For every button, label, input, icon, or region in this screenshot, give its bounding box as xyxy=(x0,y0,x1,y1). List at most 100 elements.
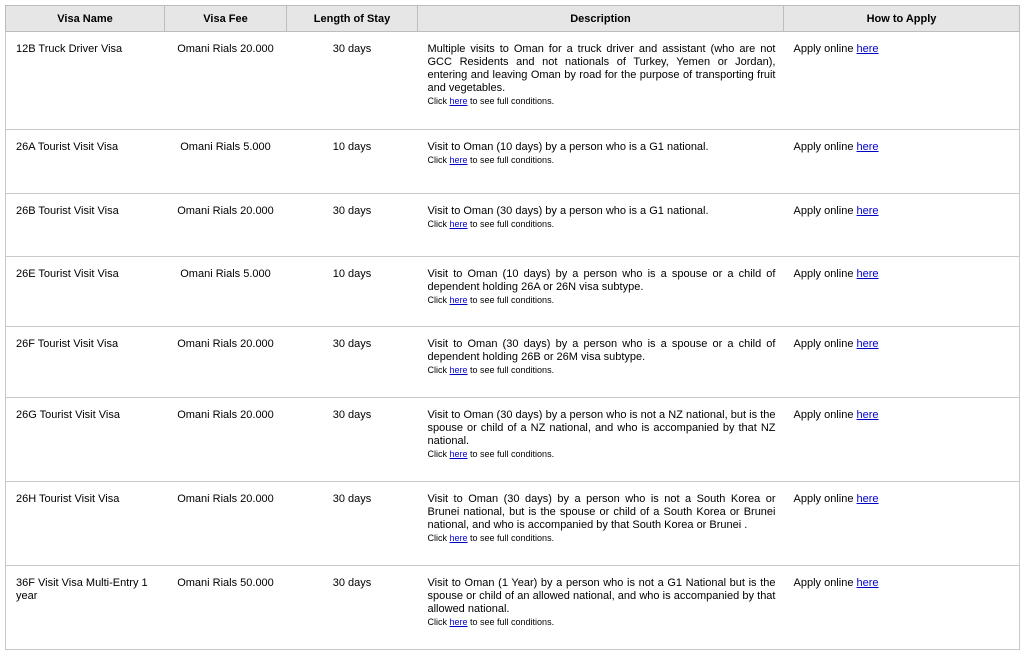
conditions-note: Click here to see full conditions. xyxy=(428,294,776,306)
visa-fee: Omani Rials 5.000 xyxy=(180,268,271,280)
apply-online-label: Apply online xyxy=(793,409,857,421)
conditions-suffix: to see full conditions. xyxy=(467,295,555,305)
visa-table-container: Visa Name Visa Fee Length of Stay Descri… xyxy=(5,5,1020,650)
conditions-link[interactable]: here xyxy=(450,155,468,165)
how-to-apply-cell: Apply online here xyxy=(783,481,1020,566)
conditions-prefix: Click xyxy=(427,295,450,305)
length-of-stay: 30 days xyxy=(332,577,372,589)
visa-name-cell: 36F Visit Visa Multi-Entry 1 year xyxy=(5,565,165,650)
length-of-stay-cell: 30 days xyxy=(286,326,418,398)
visa-name: 26E Tourist Visit Visa xyxy=(16,268,119,280)
description-cell: Visit to Oman (10 days) by a person who … xyxy=(417,256,784,327)
apply-online-label: Apply online xyxy=(793,141,857,153)
apply-online-label: Apply online xyxy=(793,268,857,280)
conditions-note: Click here to see full conditions. xyxy=(428,616,776,628)
conditions-prefix: Click xyxy=(427,96,450,106)
conditions-link[interactable]: here xyxy=(450,617,468,627)
visa-fee-cell: Omani Rials 20.000 xyxy=(164,326,287,398)
visa-fee: Omani Rials 20.000 xyxy=(177,338,274,350)
description-text: Visit to Oman (30 days) by a person who … xyxy=(427,205,709,217)
apply-online-link[interactable]: here xyxy=(857,493,879,505)
table-row: 26F Tourist Visit Visa Omani Rials 20.000… xyxy=(5,326,1020,398)
conditions-link[interactable]: here xyxy=(450,295,468,305)
description-cell: Visit to Oman (1 Year) by a person who i… xyxy=(417,565,784,650)
how-to-apply-cell: Apply online here xyxy=(783,397,1020,482)
apply-online-link[interactable]: here xyxy=(857,43,879,55)
how-to-apply-cell: Apply online here xyxy=(783,326,1020,398)
conditions-link[interactable]: here xyxy=(450,365,468,375)
apply-online-link[interactable]: here xyxy=(857,205,879,217)
conditions-note: Click here to see full conditions. xyxy=(428,154,776,166)
table-row: 12B Truck Driver Visa Omani Rials 20.000 3… xyxy=(5,31,1020,130)
description-cell: Multiple visits to Oman for a truck driv… xyxy=(417,31,784,130)
header-visa-fee: Visa Fee xyxy=(164,5,287,32)
length-of-stay: 10 days xyxy=(332,141,372,153)
description-text: Multiple visits to Oman for a truck driv… xyxy=(427,43,776,94)
apply-online-label: Apply online xyxy=(793,205,857,217)
table-row: 26B Tourist Visit Visa Omani Rials 20.000… xyxy=(5,193,1020,257)
description-text: Visit to Oman (30 days) by a person who … xyxy=(427,493,776,531)
visa-name: 36F Visit Visa Multi-Entry 1 year xyxy=(16,577,148,602)
length-of-stay-cell: 10 days xyxy=(286,256,418,327)
visa-fee-cell: Omani Rials 50.000 xyxy=(164,565,287,650)
table-row: 26H Tourist Visit Visa Omani Rials 20.000… xyxy=(5,481,1020,566)
visa-fee-cell: Omani Rials 20.000 xyxy=(164,397,287,482)
apply-online-link[interactable]: here xyxy=(857,338,879,350)
header-length-of-stay: Length of Stay xyxy=(286,5,418,32)
conditions-link[interactable]: here xyxy=(450,533,468,543)
conditions-suffix: to see full conditions. xyxy=(467,155,555,165)
conditions-prefix: Click xyxy=(427,365,450,375)
length-of-stay-cell: 30 days xyxy=(286,565,418,650)
how-to-apply-cell: Apply online here xyxy=(783,129,1020,194)
visa-name-cell: 26F Tourist Visit Visa xyxy=(5,326,165,398)
how-to-apply-cell: Apply online here xyxy=(783,256,1020,327)
table-row: 36F Visit Visa Multi-Entry 1 year Omani R… xyxy=(5,565,1020,650)
length-of-stay: 10 days xyxy=(332,268,372,280)
conditions-link[interactable]: here xyxy=(450,449,468,459)
description-text: Visit to Oman (30 days) by a person who … xyxy=(427,409,776,447)
table-row: 26A Tourist Visit Visa Omani Rials 5.000 1… xyxy=(5,129,1020,194)
visa-name: 26F Tourist Visit Visa xyxy=(16,338,119,350)
table-row: 26G Tourist Visit Visa Omani Rials 20.000… xyxy=(5,397,1020,482)
length-of-stay-cell: 30 days xyxy=(286,481,418,566)
visa-fee: Omani Rials 50.000 xyxy=(177,577,274,589)
visa-name-cell: 26H Tourist Visit Visa xyxy=(5,481,165,566)
length-of-stay: 30 days xyxy=(332,205,372,217)
description-cell: Visit to Oman (30 days) by a person who … xyxy=(417,397,784,482)
visa-name-cell: 26E Tourist Visit Visa xyxy=(5,256,165,327)
conditions-link[interactable]: here xyxy=(450,219,468,229)
length-of-stay: 30 days xyxy=(332,338,372,350)
apply-online-link[interactable]: here xyxy=(857,268,879,280)
visa-fee: Omani Rials 20.000 xyxy=(177,493,274,505)
header-how-to-apply: How to Apply xyxy=(783,5,1020,32)
conditions-prefix: Click xyxy=(427,617,450,627)
length-of-stay-cell: 10 days xyxy=(286,129,418,194)
conditions-prefix: Click xyxy=(427,449,450,459)
visa-fee-cell: Omani Rials 20.000 xyxy=(164,481,287,566)
visa-fee-cell: Omani Rials 20.000 xyxy=(164,193,287,257)
apply-online-label: Apply online xyxy=(793,338,857,350)
apply-online-label: Apply online xyxy=(793,493,857,505)
conditions-suffix: to see full conditions. xyxy=(467,449,555,459)
length-of-stay: 30 days xyxy=(332,43,372,55)
conditions-suffix: to see full conditions. xyxy=(467,219,555,229)
description-cell: Visit to Oman (10 days) by a person who … xyxy=(417,129,784,194)
conditions-link[interactable]: here xyxy=(450,96,468,106)
visa-name-cell: 26G Tourist Visit Visa xyxy=(5,397,165,482)
visa-fee-cell: Omani Rials 5.000 xyxy=(164,129,287,194)
apply-online-link[interactable]: here xyxy=(857,409,879,421)
how-to-apply-cell: Apply online here xyxy=(783,193,1020,257)
conditions-note: Click here to see full conditions. xyxy=(428,218,776,230)
visa-fee: Omani Rials 20.000 xyxy=(177,43,274,55)
conditions-note: Click here to see full conditions. xyxy=(428,95,776,107)
visa-name-cell: 26B Tourist Visit Visa xyxy=(5,193,165,257)
conditions-prefix: Click xyxy=(427,533,450,543)
header-visa-name: Visa Name xyxy=(5,5,165,32)
apply-online-link[interactable]: here xyxy=(857,141,879,153)
visa-name: 26B Tourist Visit Visa xyxy=(16,205,119,217)
header-description: Description xyxy=(417,5,784,32)
visa-fee-cell: Omani Rials 5.000 xyxy=(164,256,287,327)
visa-table: Visa Name Visa Fee Length of Stay Descri… xyxy=(5,5,1020,650)
apply-online-link[interactable]: here xyxy=(857,577,879,589)
length-of-stay-cell: 30 days xyxy=(286,397,418,482)
